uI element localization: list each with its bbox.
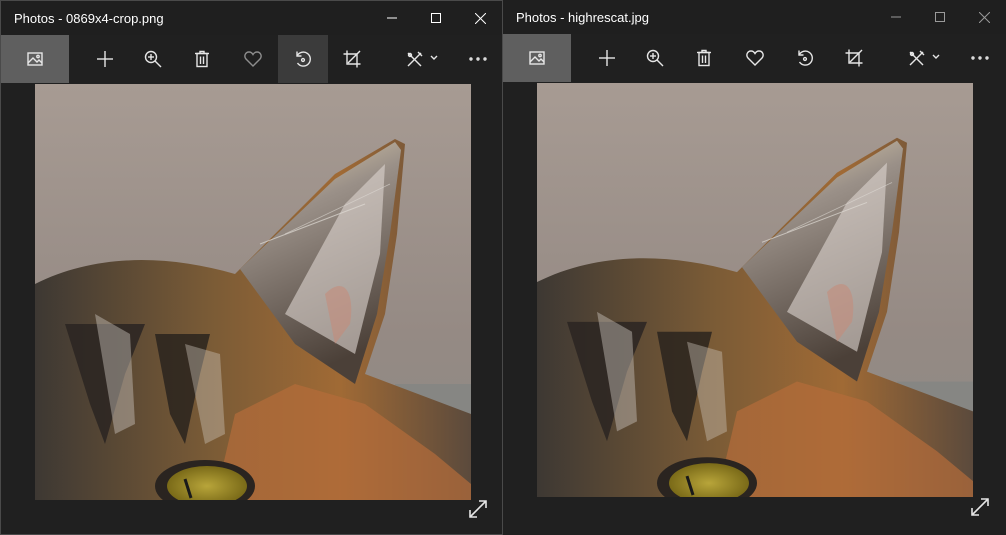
crop-button[interactable] — [328, 35, 376, 83]
delete-button[interactable] — [178, 35, 226, 83]
more-options-button[interactable] — [454, 35, 502, 83]
crop-icon — [845, 49, 863, 67]
photo-toolbar — [503, 34, 1006, 82]
image-viewer-stage[interactable] — [1, 83, 502, 534]
delete-button[interactable] — [680, 34, 728, 82]
close-button[interactable] — [458, 1, 502, 35]
photos-window-left[interactable]: Photos - 0869x4-crop.png — [0, 0, 503, 535]
more-icon — [971, 56, 989, 60]
crop-button[interactable] — [830, 34, 878, 82]
cat-ear-photo — [537, 83, 973, 497]
edit-create-button[interactable] — [895, 34, 955, 82]
rotate-icon — [798, 50, 813, 66]
favorite-button[interactable] — [229, 35, 277, 83]
zoom-button[interactable] — [631, 34, 679, 82]
add-icon — [97, 51, 113, 67]
window-title: Photos - highrescat.jpg — [516, 10, 649, 25]
minimize-button[interactable] — [370, 1, 414, 35]
picture-icon — [27, 52, 43, 66]
close-icon — [978, 11, 990, 23]
full-screen-button[interactable] — [968, 495, 992, 519]
rotate-button[interactable] — [780, 34, 830, 82]
title-bar[interactable]: Photos - 0869x4-crop.png — [1, 1, 502, 35]
favorite-heart-icon — [244, 51, 262, 67]
edit-create-button[interactable] — [393, 35, 453, 83]
minimize-icon — [891, 16, 901, 18]
view-image-button[interactable] — [503, 34, 571, 82]
close-button[interactable] — [962, 0, 1006, 34]
rotate-button[interactable] — [278, 35, 328, 83]
maximize-button[interactable] — [918, 0, 962, 34]
window-title: Photos - 0869x4-crop.png — [14, 11, 164, 26]
crop-icon — [343, 50, 361, 68]
image-viewer-stage[interactable] — [503, 82, 1006, 535]
photos-window-right[interactable]: Photos - highrescat.jpg — [503, 0, 1006, 535]
cat-ear-photo — [35, 84, 471, 500]
zoom-button[interactable] — [129, 35, 177, 83]
edit-draw-icon — [909, 50, 940, 66]
expand-diagonal-icon — [469, 500, 487, 518]
minimize-icon — [387, 17, 397, 19]
maximize-icon — [935, 12, 945, 22]
favorite-heart-icon — [746, 50, 764, 66]
minimize-button[interactable] — [874, 0, 918, 34]
close-icon — [474, 12, 486, 24]
favorite-button[interactable] — [731, 34, 779, 82]
zoom-in-icon — [144, 50, 162, 68]
photo-toolbar — [1, 35, 502, 83]
maximize-icon — [431, 13, 441, 23]
picture-icon — [529, 51, 545, 65]
rotate-icon — [296, 51, 311, 67]
more-options-button[interactable] — [956, 34, 1004, 82]
title-bar[interactable]: Photos - highrescat.jpg — [503, 0, 1006, 34]
view-image-button[interactable] — [1, 35, 69, 83]
add-icon — [599, 50, 615, 66]
delete-icon — [697, 49, 711, 67]
add-button[interactable] — [583, 34, 631, 82]
add-button[interactable] — [81, 35, 129, 83]
zoom-in-icon — [646, 49, 664, 67]
maximize-button[interactable] — [414, 1, 458, 35]
full-screen-button[interactable] — [466, 497, 490, 521]
expand-diagonal-icon — [971, 498, 989, 516]
delete-icon — [195, 50, 209, 68]
more-icon — [469, 57, 487, 61]
edit-draw-icon — [407, 51, 438, 67]
